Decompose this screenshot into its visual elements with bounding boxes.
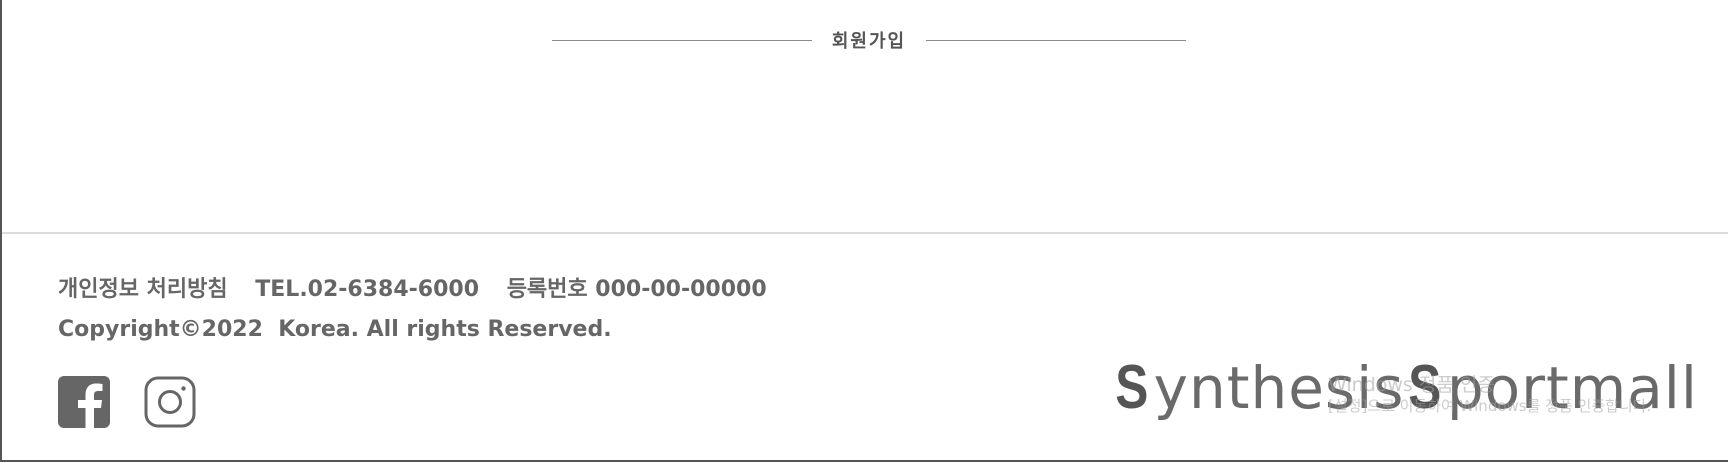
brand-logo-part1: ynthesis [1153, 354, 1405, 422]
facebook-icon [58, 376, 110, 428]
instagram-link[interactable] [144, 376, 196, 428]
instagram-icon [144, 376, 196, 428]
footer-info: 개인정보 처리방침 TEL.02-6384-6000 등록번호 000-00-0… [58, 271, 787, 303]
signup-section: 회원가입 [552, 22, 1186, 58]
brand-logo-s2: S [1408, 353, 1443, 422]
brand-logo-part2: portmall [1446, 354, 1698, 422]
facebook-link[interactable] [58, 376, 110, 428]
business-registration: 등록번호 000-00-00000 [506, 277, 767, 302]
signup-left-line [552, 39, 812, 41]
phone-number: TEL.02-6384-6000 [255, 277, 480, 302]
signup-link[interactable]: 회원가입 [812, 27, 926, 53]
signup-right-line [926, 39, 1186, 41]
brand-logo-s1: S [1115, 353, 1150, 422]
brand-logo: SynthesisSportmall [1111, 352, 1698, 423]
social-links [58, 376, 196, 428]
footer-divider [2, 232, 1728, 234]
privacy-policy-link[interactable]: 개인정보 처리방침 [58, 277, 228, 302]
copyright-text: Copyright©2022 Korea. All rights Reserve… [58, 317, 612, 342]
